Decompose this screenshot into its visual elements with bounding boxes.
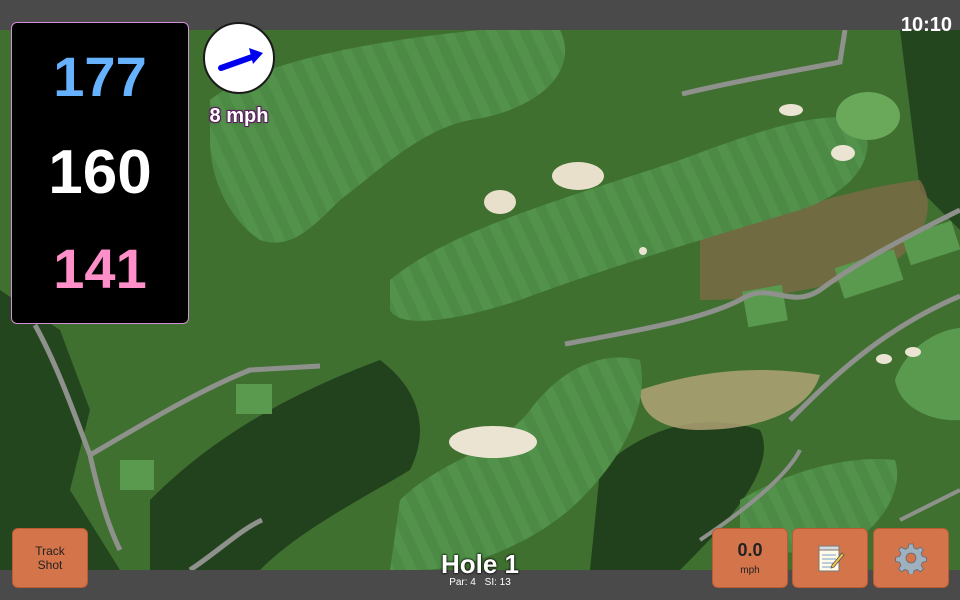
stroke-index-label: SI: 13 [484, 577, 511, 588]
notepad-icon [818, 545, 845, 572]
wind-arrow-icon [218, 48, 263, 71]
gear-icon [895, 543, 927, 574]
track-shot-button[interactable]: Track Shot [12, 528, 88, 588]
wind-speed-label: 8 mph [209, 105, 269, 127]
back-yardage: 177 [53, 45, 147, 109]
middle-yardage: 160 [48, 137, 152, 207]
hole-info: Hole 1 Par: 4 SI: 13 [400, 550, 560, 588]
clock: 10:10 [900, 14, 952, 36]
par-label: Par: 4 [449, 577, 476, 588]
speed-unit: mph [740, 565, 760, 576]
yardage-panel: 177 160 141 [11, 22, 189, 324]
hole-details: Par: 4 SI: 13 [400, 578, 560, 588]
speed-value: 0.0 [737, 540, 763, 560]
speed-button[interactable]: 0.0 mph [712, 528, 788, 588]
front-yardage: 141 [53, 236, 147, 300]
track-shot-label-line2: Shot [37, 558, 63, 572]
settings-button[interactable] [873, 528, 949, 588]
track-shot-label-line1: Track [35, 544, 65, 558]
hole-title: Hole 1 [440, 549, 520, 579]
notes-button[interactable] [792, 528, 868, 588]
wind-indicator [203, 22, 275, 94]
